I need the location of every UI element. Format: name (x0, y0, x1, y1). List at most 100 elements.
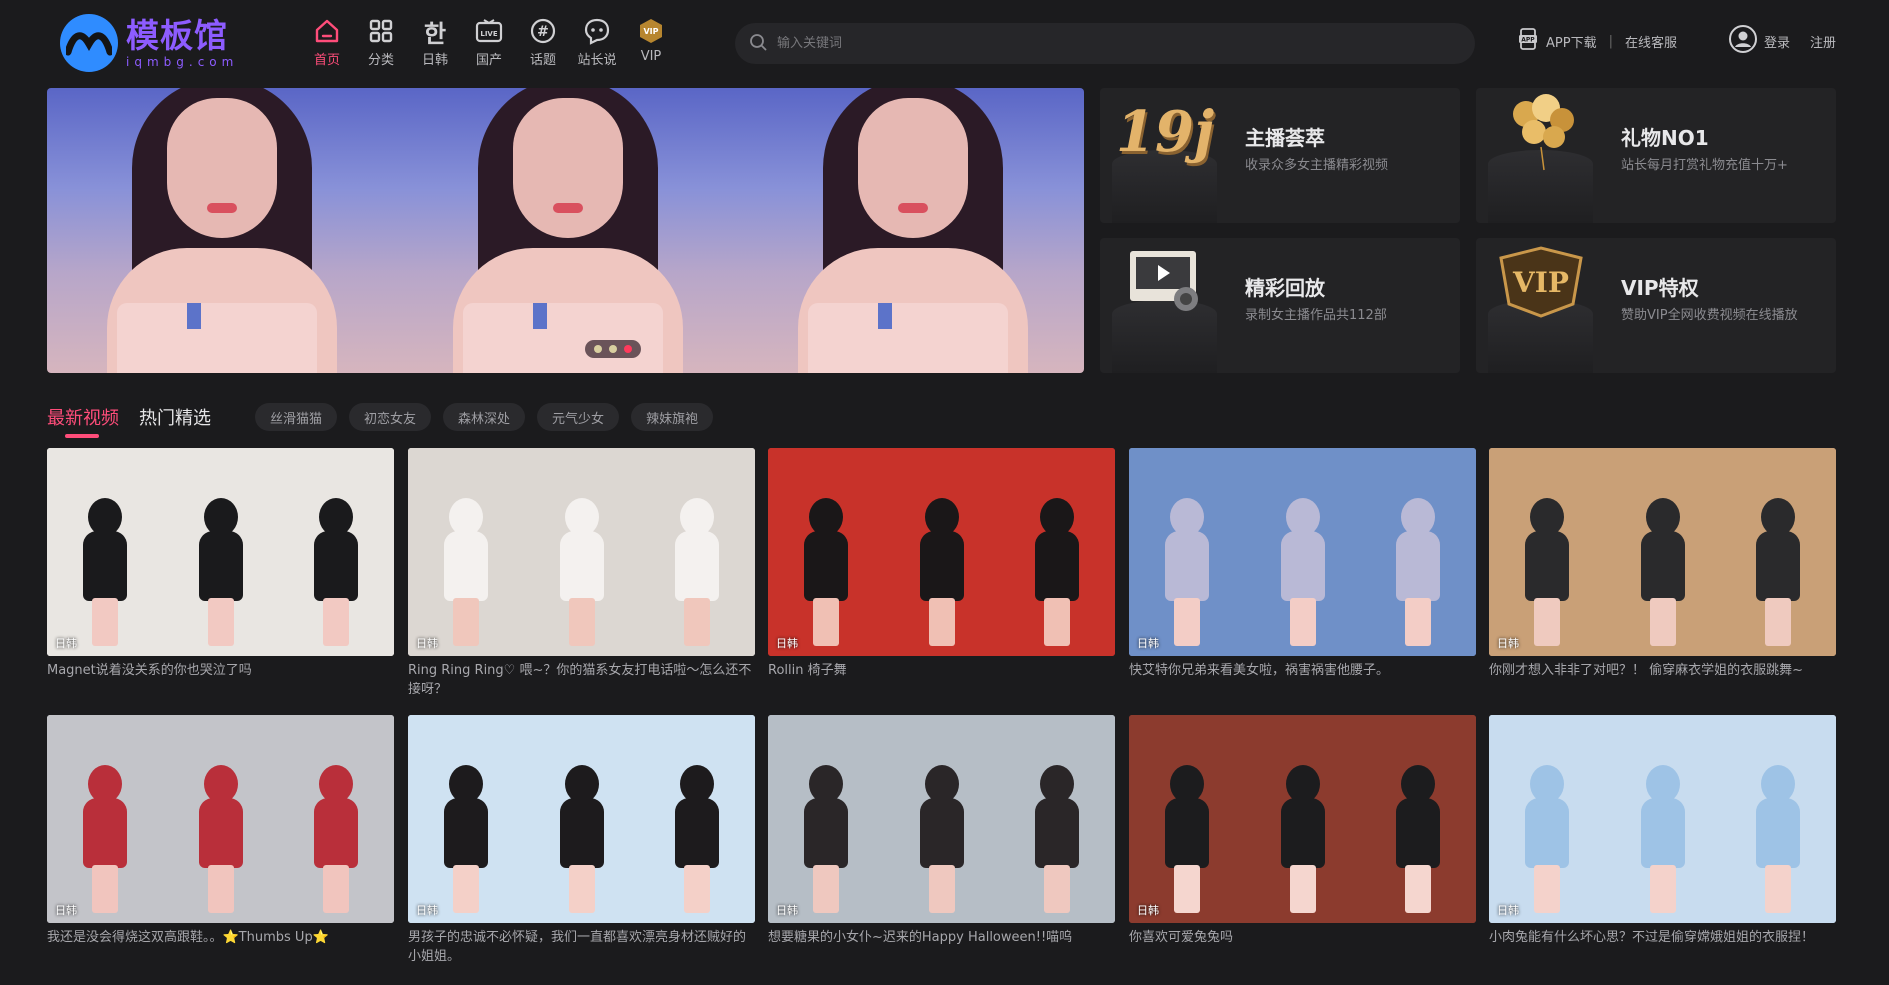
video-card[interactable]: 日韩男孩子的忠诚不必怀疑，我们一直都喜欢漂亮身材还贼好的小姐姐。 (408, 715, 755, 966)
thumbnail-figure (408, 715, 524, 923)
thumbnail-figure (768, 715, 884, 923)
thumbnail-figure (1720, 715, 1836, 923)
carousel-dot[interactable] (608, 345, 617, 353)
video-title[interactable]: 小肉兔能有什么坏心思？不过是偷穿嫦娥姐姐的衣服捏！ (1489, 928, 1836, 947)
video-title[interactable]: 男孩子的忠诚不必怀疑，我们一直都喜欢漂亮身材还贼好的小姐姐。 (408, 928, 755, 966)
tag-chip[interactable]: 丝滑猫猫 (255, 403, 338, 431)
video-title[interactable]: 你喜欢可爱兔兔吗 (1129, 928, 1476, 947)
thumbnail-figure (1489, 448, 1605, 656)
register-link[interactable]: 注册 (1810, 32, 1836, 51)
video-card[interactable]: 日韩小肉兔能有什么坏心思？不过是偷穿嫦娥姐姐的衣服捏！ (1489, 715, 1836, 947)
feature-card-anchors[interactable]: 19j 主播荟萃 收录众多女主播精彩视频 (1100, 88, 1460, 223)
search-icon[interactable] (749, 33, 767, 55)
search-input[interactable] (777, 36, 1457, 51)
banner-image (47, 88, 393, 373)
video-card[interactable]: 日韩你喜欢可爱兔兔吗 (1129, 715, 1476, 947)
feature-subtitle: 录制女主播作品共112部 (1245, 308, 1387, 323)
video-card[interactable]: 日韩快艾特你兄弟来看美女啦，祸害祸害他腰子。 (1129, 448, 1476, 680)
thumbnail-figure (523, 448, 640, 656)
customer-service-link[interactable]: 在线客服 (1625, 32, 1677, 51)
video-thumbnail[interactable]: 日韩 (1129, 448, 1476, 656)
logo-mark-icon (60, 14, 118, 72)
home-icon (310, 14, 344, 48)
thumbnail-figure (1720, 448, 1836, 656)
carousel-dot[interactable] (594, 345, 603, 353)
video-thumbnail[interactable]: 日韩 (1129, 715, 1476, 923)
region-badge: 日韩 (55, 904, 77, 917)
feature-title: VIP特权 (1621, 276, 1699, 300)
video-title[interactable]: 想要糖果的小女仆~迟来的Happy Halloween!!喵呜 (768, 928, 1115, 947)
feature-card-gifts[interactable]: 礼物NO1 站长每月打赏礼物充值十万+ (1476, 88, 1836, 223)
video-thumbnail[interactable]: 日韩 (1489, 448, 1836, 656)
nav-item-category[interactable]: 分类 (354, 14, 408, 68)
feature-card-replay[interactable]: 精彩回放 录制女主播作品共112部 (1100, 238, 1460, 373)
thumbnail-figure (47, 448, 163, 656)
video-thumbnail[interactable]: 日韩 (768, 448, 1115, 656)
region-badge: 日韩 (416, 904, 438, 917)
nav-label: 首页 (313, 53, 340, 68)
video-card[interactable]: 日韩 Magnet说着没关系的你也哭泣了吗 (47, 448, 394, 680)
svg-text:VIP: VIP (643, 27, 658, 36)
video-player-icon (1110, 242, 1220, 322)
thumbnail-figure (278, 448, 394, 656)
region-badge: 日韩 (776, 637, 798, 650)
account-links: 登录 注册 (1728, 24, 1836, 58)
nav-label: 站长说 (577, 53, 617, 68)
video-title[interactable]: 快艾特你兄弟来看美女啦，祸害祸害他腰子。 (1129, 661, 1476, 680)
video-title[interactable]: Ring Ring Ring♡ 喂~？你的猫系女友打电话啦～怎么还不接呀？ (408, 661, 755, 699)
video-thumbnail[interactable]: 日韩 (408, 715, 755, 923)
feature-title: 礼物NO1 (1621, 126, 1709, 150)
nav-item-domestic[interactable]: LIVE 国产 (462, 14, 516, 68)
thumbnail-figure (1489, 715, 1605, 923)
feature-subtitle: 站长每月打赏礼物充值十万+ (1621, 158, 1788, 173)
logo-subtitle: iqmbg.com (126, 55, 239, 69)
video-thumbnail[interactable]: 日韩 (768, 715, 1115, 923)
thumbnail-figure (408, 448, 524, 656)
thumbnail-figure (1360, 715, 1476, 923)
video-thumbnail[interactable]: 日韩 (47, 715, 394, 923)
svg-text:LIVE: LIVE (480, 30, 497, 38)
video-thumbnail[interactable]: 日韩 (47, 448, 394, 656)
video-title[interactable]: 我还是没会得烧这双高跟鞋。。⭐Thumbs Up⭐ (47, 928, 394, 947)
tag-chip[interactable]: 森林深处 (443, 403, 526, 431)
video-card[interactable]: 日韩我还是没会得烧这双高跟鞋。。⭐Thumbs Up⭐ (47, 715, 394, 947)
nav-label: VIP (640, 49, 662, 64)
carousel-dot-active[interactable] (623, 345, 632, 353)
thumbnail-figure (639, 448, 755, 656)
user-avatar-icon[interactable] (1728, 24, 1758, 58)
thumbnail-figure (278, 715, 394, 923)
nav-item-vip[interactable]: VIP VIP (624, 14, 678, 68)
search-bar (735, 23, 1475, 64)
nav-item-japan-korea[interactable]: 한 日韩 (408, 14, 462, 69)
video-title[interactable]: Rollin 椅子舞 (768, 661, 1115, 680)
video-card[interactable]: 日韩你刚才想入非非了对吧？！ 偷穿麻衣学姐的衣服跳舞~ (1489, 448, 1836, 680)
thumbnail-figure (1129, 448, 1245, 656)
video-card[interactable]: 日韩 Rollin 椅子舞 (768, 448, 1115, 680)
video-title[interactable]: Magnet说着没关系的你也哭泣了吗 (47, 661, 394, 680)
nav-label: 国产 (475, 53, 502, 68)
tag-chip[interactable]: 初恋女友 (349, 403, 432, 431)
feature-card-vip[interactable]: VIP VIP特权 赞助VIP全网收费视频在线播放 (1476, 238, 1836, 373)
nav-item-webmaster[interactable]: 站长说 (570, 14, 624, 68)
video-thumbnail[interactable]: 日韩 (1489, 715, 1836, 923)
nav-item-home[interactable]: 首页 (300, 14, 354, 68)
region-badge: 日韩 (416, 637, 438, 650)
tab-hot[interactable]: 热门精选 (139, 404, 211, 430)
chat-bubble-icon (580, 14, 614, 48)
video-title[interactable]: 你刚才想入非非了对吧？！ 偷穿麻衣学姐的衣服跳舞~ (1489, 661, 1836, 680)
video-thumbnail[interactable]: 日韩 (408, 448, 755, 656)
tab-latest[interactable]: 最新视频 (47, 404, 119, 438)
nav-item-topics[interactable]: # 话题 (516, 14, 570, 68)
carousel-dots (585, 340, 641, 358)
app-download-link[interactable]: APP下载 (1546, 32, 1597, 51)
banner-image (738, 88, 1084, 373)
video-card[interactable]: 日韩想要糖果的小女仆~迟来的Happy Halloween!!喵呜 (768, 715, 1115, 947)
banner-image (392, 88, 739, 373)
tag-chip[interactable]: 元气少女 (537, 403, 620, 431)
hero-banner[interactable] (47, 88, 1084, 373)
tag-chip[interactable]: 辣妹旗袍 (631, 403, 714, 431)
login-link[interactable]: 登录 (1764, 32, 1790, 51)
site-logo[interactable]: 模板馆 iqmbg.com (60, 12, 250, 74)
video-card[interactable]: 日韩 Ring Ring Ring♡ 喂~？你的猫系女友打电话啦～怎么还不接呀？ (408, 448, 755, 699)
thumbnail-figure (883, 448, 1000, 656)
